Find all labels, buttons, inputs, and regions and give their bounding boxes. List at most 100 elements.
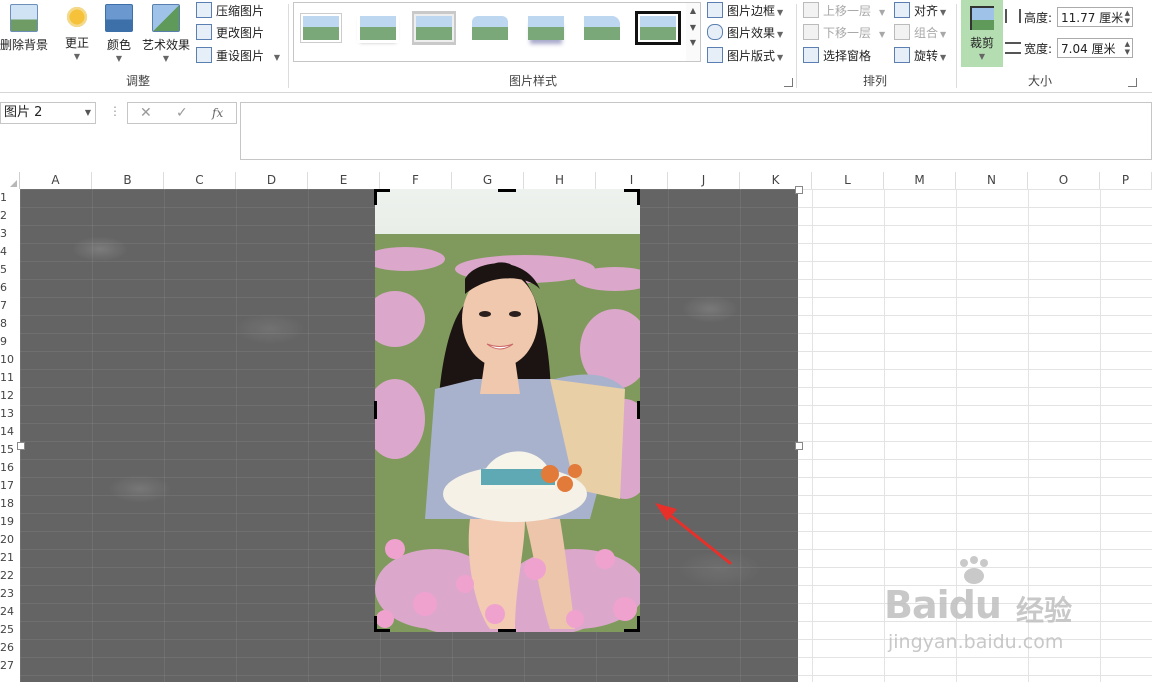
compress-pictures-button[interactable]: 压缩图片 xyxy=(196,1,264,21)
chevron-down-icon: ▼ xyxy=(73,52,81,61)
column-header-i[interactable]: I xyxy=(596,172,668,189)
chevron-down-icon: ▼ xyxy=(940,53,947,62)
row-header-12[interactable]: 12 xyxy=(0,387,20,405)
crop-button[interactable]: 裁剪 ▼ xyxy=(961,0,1003,67)
group-divider xyxy=(956,4,957,88)
row-header-5[interactable]: 5 xyxy=(0,261,20,279)
crop-handle-bottom-left[interactable] xyxy=(374,616,377,632)
row-header-8[interactable]: 8 xyxy=(0,315,20,333)
crop-handle-top[interactable] xyxy=(498,189,516,192)
selection-pane-button[interactable]: 选择窗格 xyxy=(803,46,871,66)
row-header-23[interactable]: 23 xyxy=(0,585,20,603)
picture-style-5[interactable] xyxy=(524,11,568,45)
picture-style-1[interactable] xyxy=(299,11,343,45)
row-header-20[interactable]: 20 xyxy=(0,531,20,549)
row-header-11[interactable]: 11 xyxy=(0,369,20,387)
crop-handle-top-right[interactable] xyxy=(637,189,640,205)
column-header-l[interactable]: L xyxy=(812,172,884,189)
enter-icon[interactable]: ✓ xyxy=(176,103,188,123)
row-header-14[interactable]: 14 xyxy=(0,423,20,441)
crop-handle-top-left[interactable] xyxy=(374,189,377,205)
row-header-13[interactable]: 13 xyxy=(0,405,20,423)
bring-forward-icon xyxy=(803,2,819,18)
crop-handle-bottom-right[interactable] xyxy=(637,616,640,632)
row-header-26[interactable]: 26 xyxy=(0,639,20,657)
row-header-24[interactable]: 24 xyxy=(0,603,20,621)
row-header-7[interactable]: 7 xyxy=(0,297,20,315)
artistic-effects-button[interactable]: 艺术效果 ▼ xyxy=(140,2,192,63)
cropped-photo[interactable] xyxy=(375,189,640,632)
row-header-19[interactable]: 19 xyxy=(0,513,20,531)
column-header-b[interactable]: B xyxy=(92,172,164,189)
align-button[interactable]: 对齐 ▼ xyxy=(894,1,946,21)
cancel-icon[interactable]: ✕ xyxy=(140,103,152,123)
group-divider xyxy=(288,4,289,88)
crop-handle-right[interactable] xyxy=(637,401,640,419)
image-resize-handle[interactable] xyxy=(17,442,25,450)
column-header-n[interactable]: N xyxy=(956,172,1028,189)
row-header-10[interactable]: 10 xyxy=(0,351,20,369)
height-input[interactable]: 11.77 厘米 ▲ ▼ xyxy=(1057,7,1133,27)
row-header-3[interactable]: 3 xyxy=(0,225,20,243)
row-header-25[interactable]: 25 xyxy=(0,621,20,639)
row-header-17[interactable]: 17 xyxy=(0,477,20,495)
row-header-9[interactable]: 9 xyxy=(0,333,20,351)
bring-forward-button[interactable]: 上移一层 ▼ xyxy=(803,1,885,21)
reset-picture-button[interactable]: 重设图片 ▼ xyxy=(196,46,280,66)
picture-style-7[interactable] xyxy=(636,11,680,45)
watermark-brand: Baidu xyxy=(884,583,1002,627)
row-header-27[interactable]: 27 xyxy=(0,657,20,675)
column-header-m[interactable]: M xyxy=(884,172,956,189)
column-header-d[interactable]: D xyxy=(236,172,308,189)
width-spinner[interactable]: ▲ ▼ xyxy=(1125,40,1130,56)
column-header-h[interactable]: H xyxy=(524,172,596,189)
row-header-22[interactable]: 22 xyxy=(0,567,20,585)
picture-layout-button[interactable]: 图片版式 ▼ xyxy=(707,46,783,66)
send-backward-button[interactable]: 下移一层 ▼ xyxy=(803,23,885,43)
column-header-p[interactable]: P xyxy=(1100,172,1152,189)
column-header-e[interactable]: E xyxy=(308,172,380,189)
row-header-21[interactable]: 21 xyxy=(0,549,20,567)
crop-handle-bottom[interactable] xyxy=(498,629,516,632)
column-header-f[interactable]: F xyxy=(380,172,452,189)
image-resize-handle[interactable] xyxy=(795,186,803,194)
picture-border-button[interactable]: 图片边框 ▼ xyxy=(707,1,783,21)
gallery-scroll[interactable]: ▲ ▼ ▼ xyxy=(686,2,701,62)
select-all-corner[interactable] xyxy=(0,172,20,189)
row-header-6[interactable]: 6 xyxy=(0,279,20,297)
column-header-o[interactable]: O xyxy=(1028,172,1100,189)
row-header-4[interactable]: 4 xyxy=(0,243,20,261)
row-header-1[interactable]: 1 xyxy=(0,189,20,207)
row-header-18[interactable]: 18 xyxy=(0,495,20,513)
picture-style-3[interactable] xyxy=(412,11,456,45)
align-icon xyxy=(894,2,910,18)
selection-pane-icon xyxy=(803,47,819,63)
change-picture-button[interactable]: 更改图片 xyxy=(196,23,264,43)
name-box[interactable]: 图片 2 ▼ xyxy=(0,102,96,124)
picture-style-4[interactable] xyxy=(468,11,512,45)
remove-background-button[interactable]: 删除背景 xyxy=(0,2,48,53)
column-header-g[interactable]: G xyxy=(452,172,524,189)
column-header-j[interactable]: J xyxy=(668,172,740,189)
change-picture-icon xyxy=(196,24,212,40)
color-button[interactable]: 颜色 ▼ xyxy=(103,2,135,63)
picture-styles-launcher-icon[interactable] xyxy=(784,78,793,87)
crop-handle-left[interactable] xyxy=(374,401,377,419)
corrections-button[interactable]: 更正 ▼ xyxy=(60,2,94,61)
row-header-2[interactable]: 2 xyxy=(0,207,20,225)
picture-style-2[interactable] xyxy=(356,11,400,45)
width-input[interactable]: 7.04 厘米 ▲ ▼ xyxy=(1057,38,1133,58)
formula-input[interactable] xyxy=(240,102,1152,160)
row-header-16[interactable]: 16 xyxy=(0,459,20,477)
picture-style-6[interactable] xyxy=(580,11,624,45)
insert-function-icon[interactable]: fx xyxy=(212,103,223,123)
chevron-down-icon: ▼ xyxy=(689,23,697,32)
group-button[interactable]: 组合 ▼ xyxy=(894,23,946,43)
height-spinner[interactable]: ▲ ▼ xyxy=(1125,9,1130,25)
size-launcher-icon[interactable] xyxy=(1128,78,1137,87)
column-header-c[interactable]: C xyxy=(164,172,236,189)
column-header-a[interactable]: A xyxy=(20,172,92,189)
picture-effects-button[interactable]: 图片效果 ▼ xyxy=(707,23,783,43)
image-resize-handle[interactable] xyxy=(795,442,803,450)
rotate-button[interactable]: 旋转 ▼ xyxy=(894,46,946,66)
